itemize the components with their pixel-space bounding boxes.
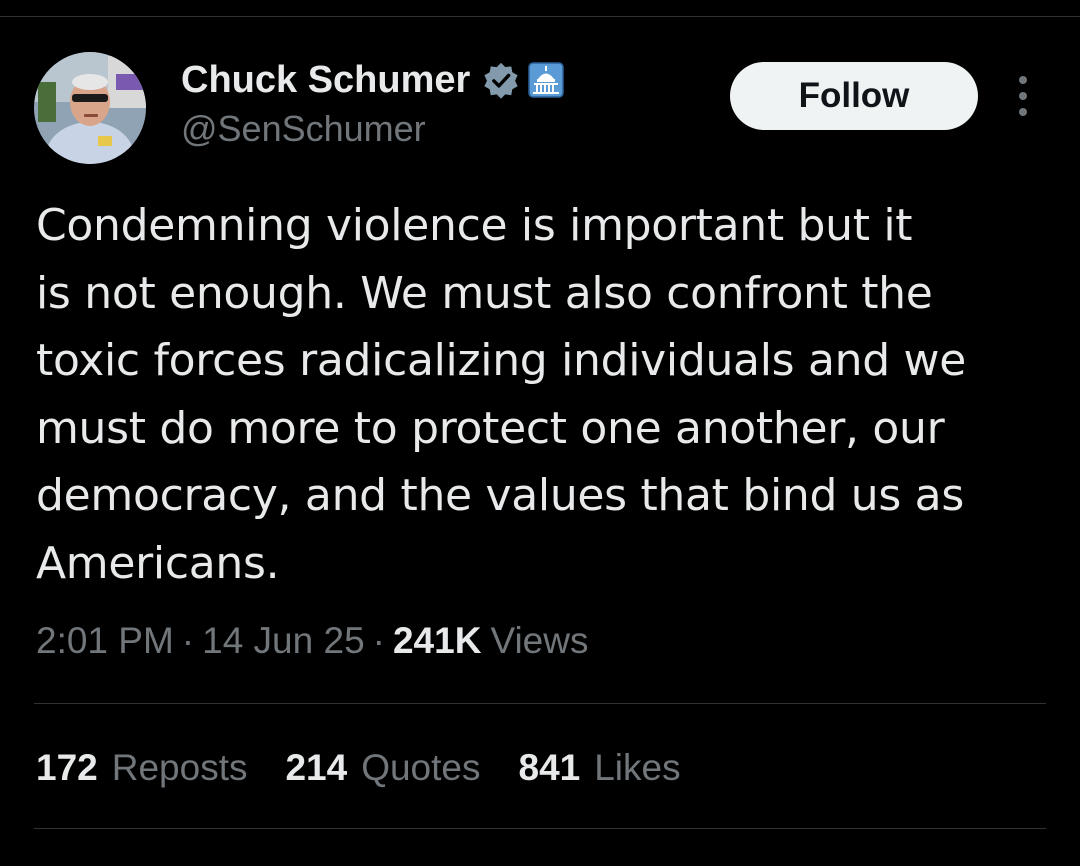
tweet-meta: 2:01 PM · 14 Jun 25 · 241K Views: [36, 618, 588, 664]
likes-stat[interactable]: 841 Likes: [519, 747, 681, 789]
tweet-date[interactable]: 14 Jun 25: [202, 620, 365, 662]
avatar-image: [34, 52, 146, 164]
author-name-row: Chuck Schumer: [181, 56, 565, 104]
views-count[interactable]: 241K: [393, 620, 481, 662]
capitol-building-icon[interactable]: [528, 62, 565, 98]
engagement-stats: 172 Reposts 214 Quotes 841 Likes: [36, 744, 719, 792]
avatar[interactable]: [34, 52, 146, 164]
meta-separator: ·: [181, 620, 195, 661]
more-dot: [1019, 76, 1027, 84]
more-vertical-icon[interactable]: [1010, 76, 1036, 116]
likes-count: 841: [518, 747, 581, 788]
reposts-stat[interactable]: 172 Reposts: [36, 747, 247, 789]
views-label[interactable]: Views: [490, 620, 588, 662]
verified-badge-icon: [482, 61, 520, 99]
author-handle[interactable]: @SenSchumer: [181, 108, 564, 150]
likes-label: Likes: [594, 747, 681, 788]
reposts-label: Reposts: [111, 747, 248, 788]
meta-separator: ·: [372, 620, 385, 661]
follow-button[interactable]: Follow: [730, 62, 978, 130]
stats-divider-top: [34, 703, 1046, 704]
author-display-name[interactable]: Chuck Schumer: [181, 59, 470, 102]
quotes-stat[interactable]: 214 Quotes: [285, 747, 480, 789]
stats-divider-bottom: [34, 828, 1046, 829]
more-dot: [1019, 108, 1027, 116]
reposts-count: 172: [36, 747, 98, 788]
quotes-label: Quotes: [361, 747, 481, 788]
more-dot: [1019, 92, 1027, 100]
top-divider: [0, 16, 1080, 17]
tweet-time[interactable]: 2:01 PM: [36, 620, 174, 662]
quotes-count: 214: [285, 747, 348, 788]
tweet-text: Condemning violence is important but it …: [36, 200, 966, 589]
author-block: Chuck Schumer @SenSchumer: [181, 56, 565, 150]
